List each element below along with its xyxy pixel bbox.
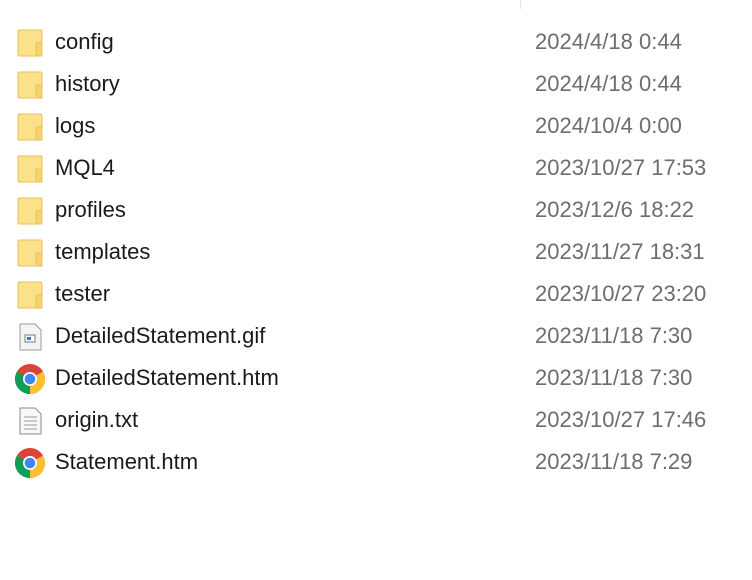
file-date: 2023/11/18 7:30 (535, 365, 693, 390)
file-row[interactable]: logs 2024/10/4 0:00 (0, 105, 752, 147)
chrome-icon (14, 447, 46, 479)
file-name: MQL4 (55, 155, 115, 180)
file-date: 2023/11/18 7:29 (535, 449, 693, 474)
file-row[interactable]: DetailedStatement.gif 2023/11/18 7:30 (0, 315, 752, 357)
file-date: 2024/4/18 0:44 (535, 71, 682, 96)
file-name: logs (55, 113, 96, 138)
file-date: 2023/10/27 17:53 (535, 155, 707, 180)
folder-icon (14, 27, 46, 59)
image-file-icon (14, 321, 46, 353)
file-row[interactable]: tester 2023/10/27 23:20 (0, 273, 752, 315)
folder-icon (14, 111, 46, 143)
folder-icon (14, 153, 46, 185)
file-date: 2023/12/6 18:22 (535, 197, 695, 222)
file-name: tester (55, 281, 111, 306)
file-date: 2023/11/27 18:31 (535, 239, 705, 264)
folder-icon (14, 237, 46, 269)
file-row[interactable]: MQL4 2023/10/27 17:53 (0, 147, 752, 189)
chrome-icon (14, 363, 46, 395)
file-row[interactable]: config 2024/4/18 0:44 (0, 21, 752, 63)
file-name: DetailedStatement.htm (55, 365, 279, 390)
file-name: Statement.htm (55, 449, 199, 474)
file-date: 2024/10/4 0:00 (535, 113, 682, 138)
folder-icon (14, 69, 46, 101)
file-row[interactable]: Statement.htm 2023/11/18 7:29 (0, 441, 752, 483)
file-row[interactable]: origin.txt 2023/10/27 17:46 (0, 399, 752, 441)
file-row[interactable]: profiles 2023/12/6 18:22 (0, 189, 752, 231)
file-row[interactable]: templates 2023/11/27 18:31 (0, 231, 752, 273)
file-name: DetailedStatement.gif (55, 323, 266, 348)
folder-icon (14, 279, 46, 311)
file-date: 2023/11/18 7:30 (535, 323, 693, 348)
file-name: history (55, 71, 120, 96)
file-name: templates (55, 239, 151, 264)
file-name: origin.txt (55, 407, 139, 432)
file-row[interactable]: DetailedStatement.htm 2023/11/18 7:30 (0, 357, 752, 399)
column-divider[interactable] (520, 0, 521, 9)
file-row[interactable]: history 2024/4/18 0:44 (0, 63, 752, 105)
file-date: 2023/10/27 17:46 (535, 407, 707, 432)
file-name: profiles (55, 197, 126, 222)
file-date: 2024/4/18 0:44 (535, 29, 682, 54)
file-date: 2023/10/27 23:20 (535, 281, 707, 306)
folder-icon (14, 195, 46, 227)
file-list: config 2024/4/18 0:44 history 2024/4/18 0:4… (0, 21, 752, 483)
text-file-icon (14, 405, 46, 437)
file-name: config (55, 29, 114, 54)
